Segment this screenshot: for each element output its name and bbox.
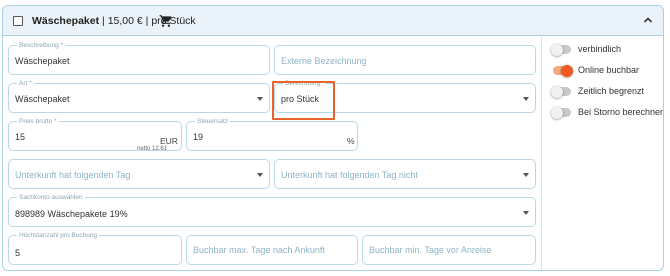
chevron-down-icon (257, 97, 263, 101)
buchbar-max-field[interactable]: Buchbar max. Tage nach Ankunft (186, 235, 358, 265)
chevron-down-icon (523, 173, 529, 177)
externe-bezeichnung-field[interactable]: Externe Bezeichnung (274, 45, 536, 75)
preis-brutto-value: 15 (15, 132, 26, 142)
tag-nicht-select[interactable]: Unterkunft hat folgenden Tag nicht (274, 159, 536, 189)
externe-bezeichnung-placeholder: Externe Bezeichnung (281, 56, 367, 66)
buchbar-min-field[interactable]: Buchbar min. Tage vor Anreise (362, 235, 536, 265)
sachkonto-value: 898989 Wäschepakete 19% (15, 209, 128, 219)
preis-brutto-label: Preis brutto * (17, 117, 59, 126)
item-price: 15,00 € (107, 15, 143, 27)
toggle-switch[interactable] (553, 64, 573, 77)
cart-icon (159, 15, 172, 27)
select-checkbox[interactable] (13, 16, 23, 26)
hoechstanzahl-field[interactable]: Höchstanzahl pro Buchung 5 (8, 231, 182, 265)
toggle-label: Zeitlich begrenzt (578, 86, 645, 96)
art-label: Art * (17, 79, 34, 88)
currency-unit: EUR (160, 136, 178, 146)
extra-item-card: Wäschepaket | 15,00 € | pro Stück Beschr… (2, 5, 664, 271)
sachkonto-label: Sachkonto auswählen (17, 193, 85, 202)
toggle-label: Online buchbar (578, 65, 640, 75)
item-title: Wäschepaket (32, 15, 100, 27)
hoechstanzahl-value: 5 (15, 248, 21, 258)
steuersatz-label: Steuersatz (195, 117, 231, 126)
chevron-down-icon (523, 97, 529, 101)
highlight-box (272, 81, 335, 120)
hoechstanzahl-label: Höchstanzahl pro Buchung (17, 231, 100, 240)
art-value: Wäschepaket (15, 94, 70, 104)
tag-placeholder: Unterkunft hat folgenden Tag (15, 170, 131, 180)
toggle-label: verbindlich (578, 44, 622, 54)
preis-brutto-field[interactable]: Preis brutto * 15 EUR netto 12.61 (8, 117, 182, 152)
toggle-switch[interactable] (551, 43, 571, 56)
toggle-label: Bei Storno berechnen (578, 107, 664, 117)
toggle-switch[interactable] (551, 85, 571, 98)
steuersatz-field[interactable]: Steuersatz 19 % (186, 117, 358, 151)
tag-nicht-placeholder: Unterkunft hat folgenden Tag nicht (281, 170, 418, 180)
section-divider (541, 37, 542, 270)
art-select[interactable]: Art * Wäschepaket (8, 79, 270, 113)
buchbar-min-placeholder: Buchbar min. Tage vor Anreise (369, 245, 492, 255)
toggle-switch[interactable] (551, 106, 571, 119)
chevron-up-icon[interactable] (643, 15, 653, 25)
chevron-down-icon (257, 173, 263, 177)
buchbar-max-placeholder: Buchbar max. Tage nach Ankunft (193, 245, 325, 255)
chevron-down-icon (523, 211, 529, 215)
percent-unit: % (347, 136, 355, 146)
beschreibung-value: Wäschepaket (15, 56, 70, 66)
tag-select[interactable]: Unterkunft hat folgenden Tag (8, 159, 270, 189)
steuersatz-value: 19 (193, 132, 204, 142)
card-header[interactable]: Wäschepaket | 15,00 € | pro Stück (3, 6, 663, 36)
netto-value: netto 12.61 (137, 146, 168, 152)
beschreibung-field[interactable]: Beschreibung * Wäschepaket (8, 41, 270, 75)
sachkonto-select[interactable]: Sachkonto auswählen 898989 Wäschepakete … (8, 193, 536, 227)
beschreibung-label: Beschreibung * (17, 41, 66, 50)
item-price-unit: pro Stück (151, 15, 196, 27)
